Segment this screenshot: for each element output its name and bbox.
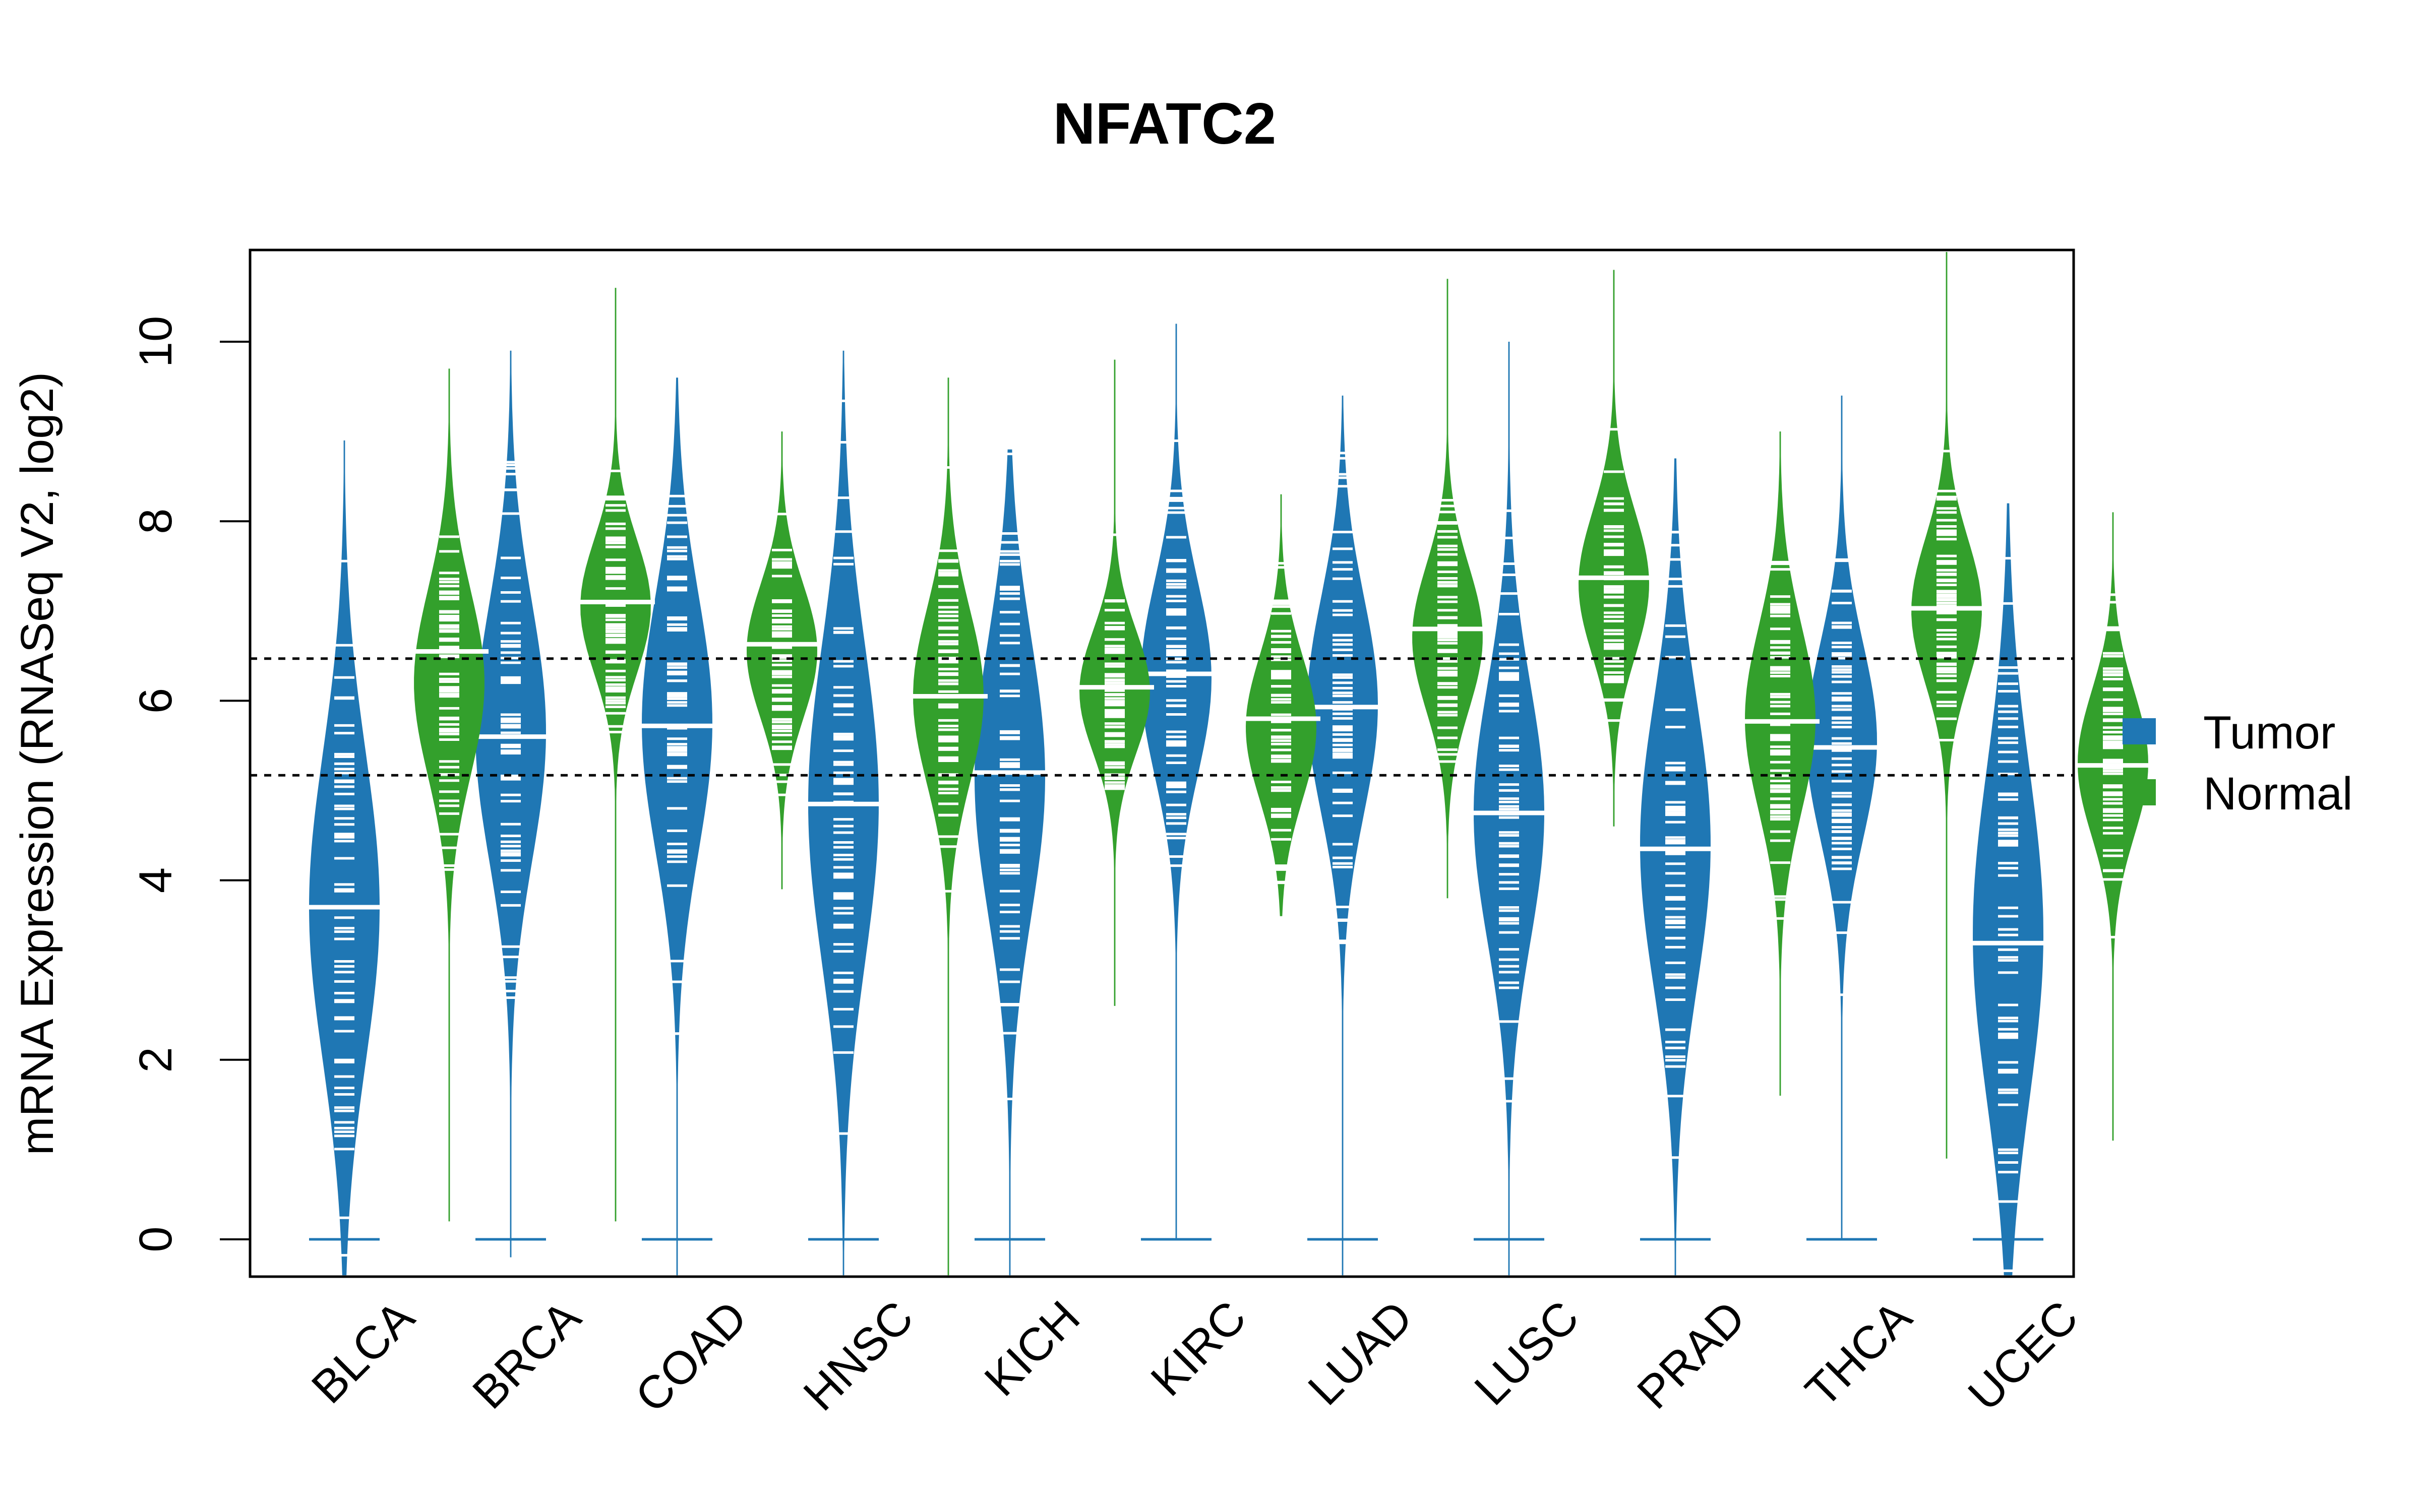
legend-swatch-normal xyxy=(2123,779,2156,805)
y-tick-label: 6 xyxy=(130,688,182,714)
bean-normal-prad xyxy=(1741,431,1820,1096)
bean-tumor-kich xyxy=(971,449,1049,1276)
x-tick-label-thca: THCA xyxy=(1796,1291,1922,1417)
bean-tumor-blca xyxy=(305,440,384,1276)
y-tick-label: 4 xyxy=(130,867,182,893)
bean-normal-lusc xyxy=(1575,270,1653,827)
bean-shape xyxy=(1246,494,1316,916)
bean-shape xyxy=(642,377,712,1276)
bean-normal-hnsc xyxy=(909,377,988,1276)
beans-layer xyxy=(305,251,2152,1276)
chart-title: NFATC2 xyxy=(1053,91,1277,156)
bean-tumor-coad xyxy=(638,377,716,1276)
x-tick-label-kich: KICH xyxy=(975,1291,1090,1406)
bean-shape xyxy=(1745,431,1816,1096)
bean-shape xyxy=(475,350,546,1257)
y-tick-label: 8 xyxy=(130,509,182,534)
beanplot-chart: NFATC2 0 2 4 6 8 10 BLCA BRCA COAD HNSC KICH KIRC L… xyxy=(12,91,2352,1423)
legend-label-tumor: Tumor xyxy=(2203,707,2335,759)
bean-shape xyxy=(975,449,1045,1276)
bean-normal-blca xyxy=(410,368,489,1222)
x-tick-label-brca: BRCA xyxy=(463,1291,590,1419)
x-axis: BLCA BRCA COAD HNSC KICH KIRC LUAD LUSC PRAD THCA… xyxy=(302,1291,2088,1423)
x-tick-label-coad: COAD xyxy=(626,1291,757,1422)
y-axis: 0 2 4 6 8 10 xyxy=(130,316,251,1252)
legend: Tumor Normal xyxy=(2123,707,2352,820)
bean-tumor-lusc xyxy=(1470,342,1548,1276)
bean-normal-kirc xyxy=(1242,494,1320,916)
bean-shape xyxy=(1579,270,1649,827)
legend-label-normal: Normal xyxy=(2203,768,2352,820)
bean-shape xyxy=(1973,503,2043,1276)
bean-shape xyxy=(2078,512,2148,1141)
y-axis-title: mRNA Expression (RNASeq V2, log2) xyxy=(12,372,63,1155)
bean-shape xyxy=(913,377,984,1276)
x-tick-label-lusc: LUSC xyxy=(1465,1291,1589,1415)
bean-shape xyxy=(1412,279,1483,899)
bean-shape xyxy=(414,368,485,1222)
bean-shape xyxy=(1307,395,1378,1276)
x-tick-label-ucec: UCEC xyxy=(1959,1291,2088,1420)
bean-tumor-kirc xyxy=(1137,324,1216,1241)
y-tick-label: 10 xyxy=(130,316,182,367)
bean-shape xyxy=(808,350,879,1276)
bean-normal-ucec xyxy=(2074,512,2152,1141)
x-tick-label-hnsc: HNSC xyxy=(794,1291,923,1420)
bean-normal-thca xyxy=(1907,251,1986,1159)
x-tick-label-prad: PRAD xyxy=(1627,1291,1755,1419)
x-tick-label-kirc: KIRC xyxy=(1141,1291,1256,1406)
legend-swatch-tumor xyxy=(2123,718,2156,744)
y-tick-label: 0 xyxy=(130,1226,182,1252)
y-tick-label: 2 xyxy=(130,1047,182,1073)
bean-tumor-hnsc xyxy=(804,350,883,1276)
chart-stage: NFATC2 0 2 4 6 8 10 BLCA BRCA COAD HNSC KICH KIRC L… xyxy=(0,0,2420,1512)
bean-normal-kich xyxy=(1075,359,1154,1006)
bean-shape xyxy=(1806,395,1877,1239)
bean-shape xyxy=(580,288,651,1222)
x-tick-label-luad: LUAD xyxy=(1298,1291,1422,1415)
x-tick-label-blca: BLCA xyxy=(302,1291,425,1414)
bean-shape xyxy=(1640,458,1711,1276)
bean-tumor-thca xyxy=(1802,395,1881,1241)
bean-tumor-brca xyxy=(471,350,550,1257)
bean-tumor-luad xyxy=(1303,395,1382,1276)
